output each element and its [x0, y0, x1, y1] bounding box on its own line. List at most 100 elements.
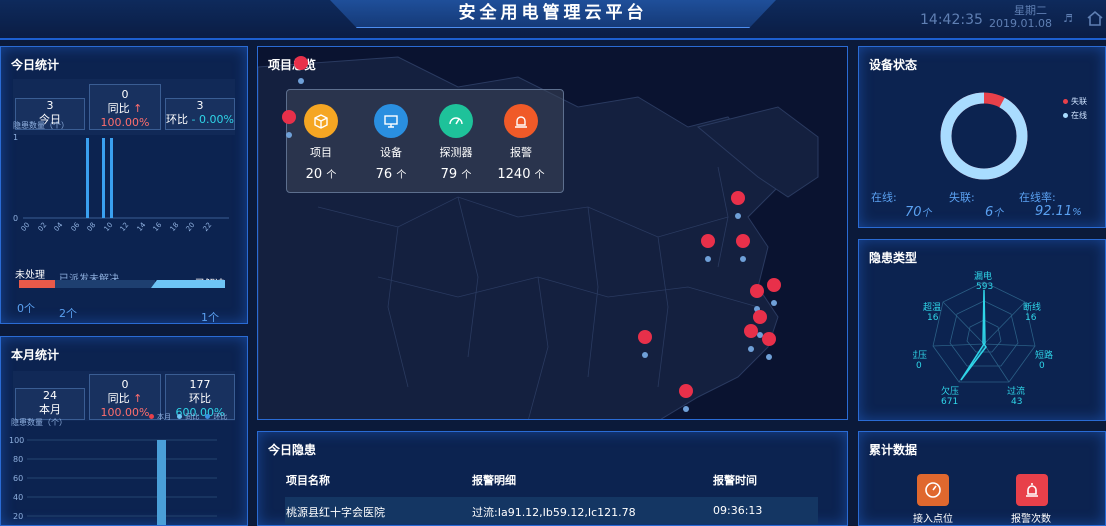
legend-dot: [1063, 99, 1068, 104]
overview-label: 探测器: [439, 146, 473, 159]
radar-value: 16: [1025, 313, 1037, 323]
date: 2019.01.08: [989, 17, 1052, 30]
alarm-count-icon[interactable]: [1016, 474, 1048, 506]
x-tick: 00: [19, 221, 32, 233]
today-hourly-chart: 1 0: [13, 133, 229, 223]
rate-label: 在线率:: [1019, 191, 1056, 204]
overview-label: 设备: [380, 146, 402, 159]
hazard-types-panel: 隐患类型 漏电 593 断线 16 短路 0 过流 43 欠压 671 过压 0…: [858, 239, 1106, 421]
resolved-bar: [151, 280, 225, 288]
x-tick: 04: [52, 221, 65, 233]
location-pin[interactable]: [731, 190, 745, 220]
unhandled-bar: [19, 280, 55, 288]
location-pin[interactable]: [744, 323, 758, 353]
location-pin[interactable]: [767, 277, 781, 307]
x-tick: 06: [69, 221, 81, 233]
location-pin[interactable]: [736, 233, 750, 263]
hour-bar: [86, 138, 89, 218]
table-row[interactable]: 桃源县红十字会医院 过流:Ia91.12,Ib59.12,Ic121.78 09…: [285, 497, 818, 524]
y-tick: 40: [13, 493, 23, 502]
x-tick: 18: [168, 221, 180, 233]
legend-item: 本月: [157, 413, 171, 421]
panel-title: 项目总览: [268, 58, 317, 72]
radar-label: 漏电: [974, 270, 992, 282]
x-tick: 12: [118, 221, 131, 233]
today-count-value: 3: [46, 99, 54, 112]
col-header-detail: 报警明细: [472, 474, 516, 487]
legend-item: 同比: [185, 413, 200, 421]
hour-bar: [110, 138, 113, 218]
dispatched-bar: [55, 280, 155, 288]
location-pin[interactable]: [638, 329, 652, 359]
overview-count: 76 个: [375, 167, 407, 182]
legend-dot: [177, 414, 183, 419]
today-yoy-pct: 100.00%: [100, 116, 150, 129]
radar-label: 短路: [1035, 349, 1053, 361]
radar-value: 43: [1011, 397, 1022, 407]
clock: 14:42:35: [920, 12, 983, 28]
y-tick: 0: [13, 214, 18, 223]
y-tick: 80: [13, 455, 23, 464]
location-pin[interactable]: [282, 109, 296, 139]
cell-alarm-detail: 过流:Ia91.12,Ib59.12,Ic121.78: [472, 506, 636, 519]
alarm-icon: [504, 104, 538, 138]
panel-title: 隐患类型: [869, 251, 918, 265]
month-mom-value: 177: [189, 378, 211, 391]
unhandled-count: 0个: [17, 302, 35, 315]
month-daily-chart: 100 80 60 40 20: [9, 436, 217, 525]
access-points-label: 接入点位: [913, 514, 953, 525]
y-tick: 20: [13, 512, 23, 521]
overview-label: 项目: [310, 146, 332, 159]
radar-label: 断线: [1023, 301, 1041, 313]
x-tick: 10: [102, 221, 114, 233]
location-pin[interactable]: [294, 55, 308, 85]
location-pin[interactable]: [679, 383, 693, 413]
x-tick: 08: [85, 221, 98, 233]
legend-lost: 失联: [1071, 97, 1087, 106]
x-tick-row: 00 02 04 06 08 10 12 14 16 18 20 22: [19, 221, 231, 235]
resolved-count: 1个: [201, 311, 219, 324]
overview-item-alarms[interactable]: 报警 1240 个: [491, 104, 551, 182]
overview-label: 报警: [510, 146, 532, 159]
overview-item-devices[interactable]: 设备 76 个: [361, 104, 421, 182]
overview-card: 项目 20 个 设备 76 个 探测器 79 个 报警 1240 个: [286, 89, 564, 193]
x-tick: 16: [151, 221, 164, 233]
speaker-icon[interactable]: ♬: [1063, 12, 1073, 25]
gauge-icon: [439, 104, 473, 138]
panel-title: 累计数据: [869, 443, 918, 457]
col-header-name: 项目名称: [286, 474, 330, 487]
online-donut-chart: [940, 92, 1028, 180]
month-legend: 本月 同比 环比: [149, 412, 227, 422]
radar-value: 0: [916, 361, 922, 371]
today-mom-value: 3: [196, 99, 204, 112]
access-points-icon[interactable]: [917, 474, 949, 506]
overview-count: 1240 个: [497, 167, 545, 182]
today-mom-pct: - 0.00%: [191, 113, 234, 126]
today-mom-label: 环比: [166, 113, 189, 126]
project-overview-map[interactable]: 项目总览 项目 20 个 设备 76 个 探测器 79 个 报警 1240 个: [257, 46, 848, 420]
panel-title: 设备状态: [869, 58, 918, 72]
totals-panel: 累计数据 接入点位 报警次数: [858, 431, 1106, 526]
legend-item: 环比: [213, 413, 228, 421]
lost-value: 6个: [985, 205, 1004, 220]
axis-label: 隐患数量（个）: [13, 121, 69, 130]
radar-value: 671: [941, 397, 958, 407]
col-header-time: 报警时间: [713, 474, 757, 487]
location-pin[interactable]: [762, 331, 776, 361]
overview-item-detectors[interactable]: 探测器 79 个: [426, 104, 486, 182]
month-count-label: 本月: [39, 403, 61, 416]
today-stats-panel: 今日统计 3 今日 0 同比 ↑ 100.00% 3 环比 - 0.00% 隐患…: [0, 46, 248, 324]
overview-item-projects[interactable]: 项目 20 个: [291, 104, 351, 182]
rate-value: 92.11%: [1035, 204, 1082, 219]
legend-dot: [149, 414, 154, 419]
x-tick: 22: [201, 221, 213, 233]
cell-project-name: 桃源县红十字会医院: [286, 506, 385, 519]
y-tick: 1: [13, 133, 18, 142]
overview-count: 20 个: [305, 167, 337, 182]
day-bar: [157, 440, 166, 525]
month-mom-label: 环比: [189, 392, 211, 405]
home-icon[interactable]: [1086, 9, 1104, 27]
status-legend: 失联 在线: [1063, 95, 1087, 123]
online-label: 在线:: [871, 191, 897, 204]
location-pin[interactable]: [701, 233, 715, 263]
